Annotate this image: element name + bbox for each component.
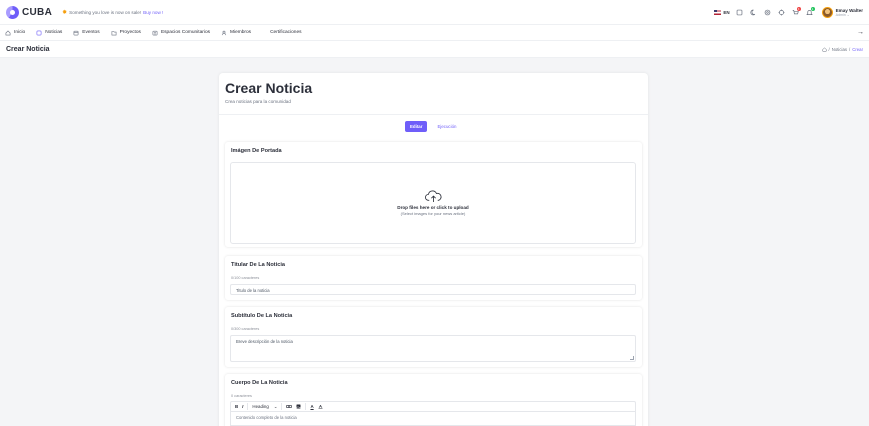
nav-item-inicio[interactable]: Inicio xyxy=(5,29,26,36)
header-actions: EN 3 4 Emay Walter Admin ⌄ xyxy=(714,6,863,18)
font-color-button[interactable]: A xyxy=(310,404,313,409)
nav-collapse-arrow-icon[interactable]: → xyxy=(857,29,864,36)
user-menu[interactable]: Emay Walter Admin ⌄ xyxy=(821,6,863,18)
card-header: Crear Noticia Crea noticias para la comu… xyxy=(219,73,648,115)
form-subtitle: Crea noticias para la comunidad xyxy=(225,99,291,104)
breadcrumb-current: Crear xyxy=(852,46,863,52)
nav-label: Noticias xyxy=(45,30,63,35)
us-flag-icon xyxy=(714,9,722,15)
tab-ejecucion[interactable]: Ejecución xyxy=(432,121,461,132)
create-news-card: Crear Noticia Crea noticias para la comu… xyxy=(219,73,648,426)
dropzone-title: Drop files here or click to upload xyxy=(397,205,469,210)
nav-label: Miembros xyxy=(230,30,252,35)
bell-icon[interactable]: 4 xyxy=(806,7,815,16)
resize-handle-icon[interactable] xyxy=(630,356,634,360)
nav-label: Espacios Comunitarios xyxy=(160,30,211,35)
character-counter: 0 caracteres xyxy=(231,394,252,398)
search-icon[interactable] xyxy=(736,8,744,16)
nav-label: Certificaciones xyxy=(270,30,302,35)
building-icon xyxy=(152,30,158,35)
promo-link[interactable]: Buy now ! xyxy=(143,10,163,15)
home-icon xyxy=(5,29,11,35)
body-editor[interactable]: Contenido completo de la noticia xyxy=(230,412,636,426)
cart-badge: 3 xyxy=(796,7,801,11)
star-icon[interactable] xyxy=(764,8,772,16)
highlight-icon[interactable] xyxy=(318,404,323,409)
image-icon[interactable] xyxy=(296,404,302,409)
language-selector[interactable]: EN xyxy=(714,9,730,15)
toolbar-divider xyxy=(305,403,307,410)
bold-button[interactable]: B xyxy=(235,404,238,409)
breadcrumb-separator: / xyxy=(849,46,851,52)
promo-banner: ✸ Something you love is now on sale! Buy… xyxy=(62,9,163,16)
logo-mark-icon xyxy=(6,5,19,19)
language-label: EN xyxy=(723,9,730,15)
headline-section: Titular De La Noticia 0/100 caracteres T… xyxy=(225,256,642,300)
toolbar-divider xyxy=(281,403,283,410)
mode-tabs: Editar Ejecución xyxy=(405,121,462,132)
subtitle-textarea[interactable]: Breve descripción de la noticia xyxy=(230,335,636,362)
chevron-down-icon: ⌄ xyxy=(273,403,278,409)
section-title: Titular De La Noticia xyxy=(231,262,285,268)
folder-icon xyxy=(111,30,117,35)
character-counter: 0/100 caracteres xyxy=(231,276,260,280)
italic-button[interactable]: I xyxy=(242,404,243,409)
nav-label: Proyectos xyxy=(119,30,141,35)
logo[interactable]: CUBA xyxy=(6,5,53,19)
sparkle-icon: ✸ xyxy=(62,9,68,16)
nav-item-certificaciones[interactable]: Certificaciones xyxy=(270,30,301,35)
heading-label: Heading xyxy=(252,404,269,409)
avatar xyxy=(821,6,833,18)
file-dropzone[interactable]: Drop files here or click to upload (Sele… xyxy=(230,162,636,244)
page-title: Crear Noticia xyxy=(6,45,50,53)
breadcrumb-home-icon[interactable] xyxy=(822,46,827,52)
nav-label: Inicio xyxy=(14,30,26,35)
dropzone-subtitle: (Select images for your news article) xyxy=(400,211,466,216)
calendar-icon xyxy=(73,30,79,35)
breadcrumb-noticias[interactable]: Noticias xyxy=(832,47,847,52)
top-header: CUBA ✸ Something you love is now on sale… xyxy=(0,0,869,24)
nav-label: Eventos xyxy=(82,30,100,35)
cover-image-section: Imágen De Portada Drop files here or cli… xyxy=(225,142,642,247)
section-title: Imágen De Portada xyxy=(231,148,282,154)
headline-input[interactable]: Titulo de la noticia xyxy=(230,284,636,295)
nav-item-proyectos[interactable]: Proyectos xyxy=(111,30,141,36)
news-icon xyxy=(36,30,42,35)
main-nav: Inicio Noticias Eventos Proyectos Espaci… xyxy=(0,24,869,41)
body-section: Cuerpo De La Noticia 0 caracteres B I He… xyxy=(225,374,642,426)
tab-editar[interactable]: Editar xyxy=(405,121,428,132)
cloud-upload-icon xyxy=(424,190,442,203)
user-role: Admin ⌄ xyxy=(835,12,850,17)
notification-badge: 4 xyxy=(810,7,815,11)
promo-text: Something you love is now on sale! xyxy=(69,9,142,15)
form-title: Crear Noticia xyxy=(225,80,313,96)
textarea-placeholder: Breve descripción de la noticia xyxy=(236,339,293,344)
editor-toolbar: B I Heading ⌄ A xyxy=(230,401,636,412)
cart-icon[interactable]: 3 xyxy=(792,7,801,16)
users-icon xyxy=(221,30,227,35)
section-title: Subtítulo De La Noticia xyxy=(231,313,293,319)
toolbar-divider xyxy=(247,403,249,410)
breadcrumb: / Noticias / Crear xyxy=(822,47,863,52)
nav-item-miembros[interactable]: Miembros xyxy=(221,30,251,36)
nav-item-noticias[interactable]: Noticias xyxy=(36,30,62,36)
section-title: Cuerpo De La Noticia xyxy=(231,380,288,386)
nav-item-espacios[interactable]: Espacios Comunitarios xyxy=(152,30,210,36)
nav-item-eventos[interactable]: Eventos xyxy=(73,30,100,36)
moon-icon[interactable] xyxy=(750,8,758,16)
settings-icon[interactable] xyxy=(778,8,786,16)
heading-dropdown[interactable]: Heading ⌄ xyxy=(252,404,277,410)
link-icon[interactable] xyxy=(286,404,293,409)
page-header: Crear Noticia / Noticias / Crear xyxy=(0,41,869,58)
breadcrumb-separator: / xyxy=(828,46,830,52)
subtitle-section: Subtítulo De La Noticia 0/300 caracteres… xyxy=(225,307,642,367)
brand-name: CUBA xyxy=(22,6,53,18)
character-counter: 0/300 caracteres xyxy=(231,327,260,331)
